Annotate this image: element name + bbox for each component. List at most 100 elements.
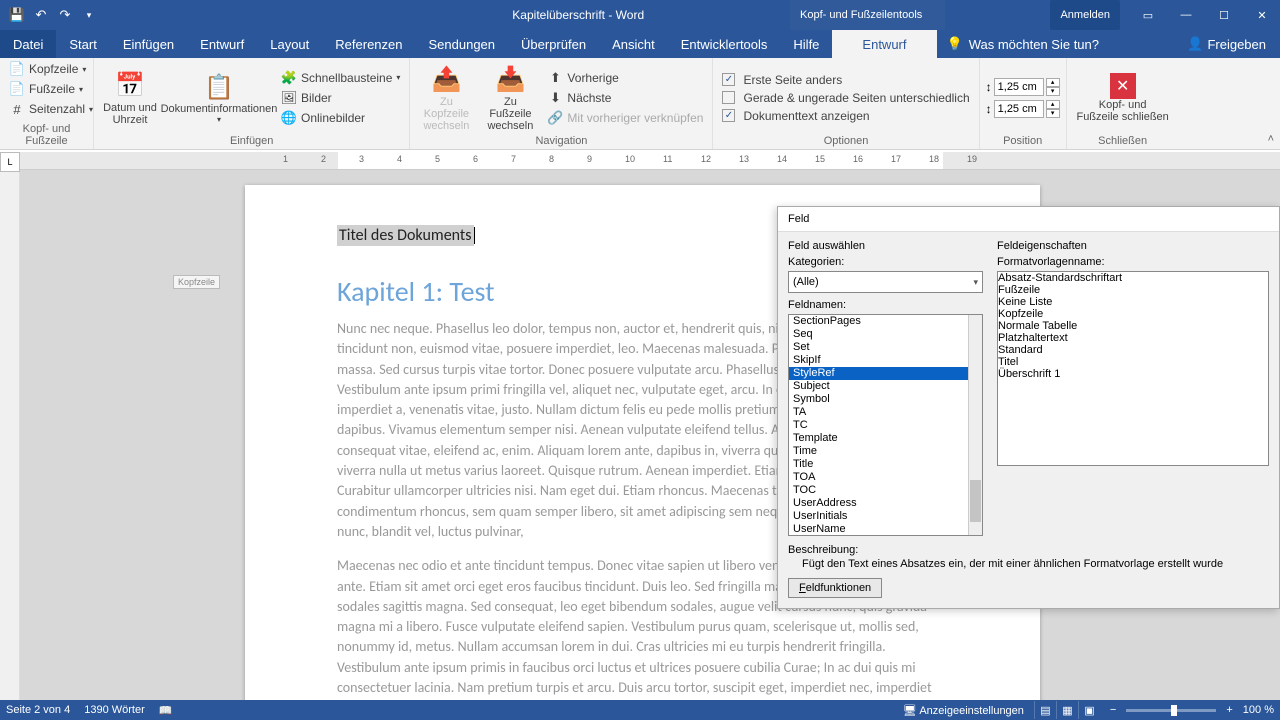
stylename-item[interactable]: Kopfzeile [998,308,1268,320]
header-pos-input[interactable] [994,78,1044,96]
fieldname-item[interactable]: SkipIf [789,354,982,367]
status-wordcount[interactable]: 1390 Wörter [84,704,145,716]
previous-button[interactable]: ⬆Vorherige [544,69,706,87]
fieldname-item[interactable]: Subject [789,380,982,393]
oddeven-checkbox[interactable]: Gerade & ungerade Seiten unterschiedlich [719,90,972,106]
login-button[interactable]: Anmelden [1050,0,1120,30]
zoom-slider[interactable] [1126,709,1216,712]
spin-down-icon[interactable]: ▾ [1046,87,1060,96]
stylename-item[interactable]: Keine Liste [998,296,1268,308]
tab-ansicht[interactable]: Ansicht [599,30,668,58]
fieldname-item[interactable]: StyleRef [789,367,982,380]
tab-ueberpruefen[interactable]: Überprüfen [508,30,599,58]
fieldnames-list[interactable]: SectionPagesSeqSetSkipIfStyleRefSubjectS… [788,314,983,536]
undo-icon[interactable]: ↶ [30,4,52,26]
ruler-horizontal[interactable]: 12345678910111213141516171819 [20,152,1280,170]
view-web-icon[interactable]: ▣ [1078,701,1100,719]
zoom-out-icon[interactable]: − [1110,704,1116,716]
tab-hilfe[interactable]: Hilfe [780,30,832,58]
spin-down-icon[interactable]: ▾ [1046,109,1060,118]
tab-datei[interactable]: Datei [0,30,56,58]
maximize-icon[interactable]: ☐ [1206,0,1242,30]
down-icon: ⬇ [547,90,563,106]
fieldname-item[interactable]: UserInitials [789,510,982,523]
pagenum-button[interactable]: #Seitenzahl ▾ [6,100,96,118]
tab-entwickler[interactable]: Entwicklertools [668,30,781,58]
qat-dropdown-icon[interactable]: ▾ [78,4,100,26]
docinfo-button[interactable]: 📋Dokumentinformationen▾ [164,60,274,135]
stylename-item[interactable]: Normale Tabelle [998,320,1268,332]
fieldname-item[interactable]: Symbol [789,393,982,406]
fieldname-item[interactable]: TOC [789,484,982,497]
header-button[interactable]: 📄Kopfzeile ▾ [6,60,96,78]
fieldname-item[interactable]: TC [789,419,982,432]
spin-up-icon[interactable]: ▴ [1046,100,1060,109]
redo-icon[interactable]: ↷ [54,4,76,26]
tab-sendungen[interactable]: Sendungen [416,30,509,58]
display-settings[interactable]: 🖥 Anzeigeeinstellungen [903,704,1024,717]
stylename-list[interactable]: Absatz-StandardschriftartFußzeileKeine L… [997,271,1269,466]
fieldname-item[interactable]: Seq [789,328,982,341]
link-previous-button[interactable]: 🔗Mit vorheriger verknüpfen [544,109,706,127]
stylename-item[interactable]: Platzhaltertext [998,332,1268,344]
header-position-field[interactable]: ↕▴▾ [986,78,1060,96]
tab-referenzen[interactable]: Referenzen [322,30,415,58]
fieldname-item[interactable]: Template [789,432,982,445]
close-icon[interactable]: ✕ [1244,0,1280,30]
tell-me-search[interactable]: 💡 Was möchten Sie tun? [937,36,1110,52]
share-button[interactable]: 👤 Freigeben [1173,36,1280,52]
pictures-button[interactable]: 🖼Bilder [278,89,403,107]
fieldname-item[interactable]: Set [789,341,982,354]
ribbon-display-icon[interactable]: ▭ [1130,0,1166,30]
fieldname-item[interactable]: UserAddress [789,497,982,510]
goto-footer-button[interactable]: 📥Zu Fußzeile wechseln [480,60,540,135]
header-title-field[interactable]: Titel des Dokuments [337,225,474,246]
fieldname-item[interactable]: Title [789,458,982,471]
stylename-item[interactable]: Standard [998,344,1268,356]
fieldname-item[interactable]: TA [789,406,982,419]
zoom-level[interactable]: 100 % [1243,704,1274,716]
next-button[interactable]: ⬇Nächste [544,89,706,107]
zoom-in-icon[interactable]: + [1226,704,1232,716]
scrollbar-thumb[interactable] [970,480,981,522]
fieldname-item[interactable]: SectionPages [789,315,982,328]
categories-select[interactable]: (Alle)▾ [788,271,983,293]
stylename-item[interactable]: Überschrift 1 [998,368,1268,380]
showdoc-checkbox[interactable]: ✓Dokumenttext anzeigen [719,108,972,124]
fieldname-item[interactable]: UserName [789,523,982,536]
stylename-item[interactable]: Fußzeile [998,284,1268,296]
group-position-label: Position [986,135,1060,149]
tabstop-selector[interactable]: L [0,152,20,172]
stylename-item[interactable]: Absatz-Standardschriftart [998,272,1268,284]
onlinepic-icon: 🌐 [281,110,297,126]
view-read-icon[interactable]: ▤ [1034,701,1056,719]
stylename-item[interactable]: Titel [998,356,1268,368]
minimize-icon[interactable]: — [1168,0,1204,30]
scrollbar[interactable] [968,315,982,535]
tab-entwurf[interactable]: Entwurf [187,30,257,58]
tab-einfuegen[interactable]: Einfügen [110,30,187,58]
zoom-handle[interactable] [1171,705,1177,716]
footer-button[interactable]: 📄Fußzeile ▾ [6,80,96,98]
tab-start[interactable]: Start [56,30,109,58]
quickparts-button[interactable]: 🧩Schnellbausteine ▾ [278,69,403,87]
onlinepics-button[interactable]: 🌐Onlinebilder [278,109,403,127]
collapse-ribbon-icon[interactable]: ˄ [1268,133,1274,145]
view-print-icon[interactable]: ▦ [1056,701,1078,719]
fieldcodes-button[interactable]: FFeldfunktioneneldfunktionen [788,578,882,598]
ruler-tick: 7 [511,154,516,164]
spin-up-icon[interactable]: ▴ [1046,78,1060,87]
save-icon[interactable]: 💾 [6,4,28,26]
firstpage-checkbox[interactable]: ✓Erste Seite anders [719,72,972,88]
datetime-button[interactable]: 📅Datum und Uhrzeit [100,60,160,135]
tab-entwurf-context[interactable]: Entwurf [832,30,936,58]
tab-layout[interactable]: Layout [257,30,322,58]
goto-header-button[interactable]: 📤Zu Kopfzeile wechseln [416,60,476,135]
status-language-icon[interactable]: 📖 [159,704,173,717]
footer-pos-input[interactable] [994,100,1044,118]
status-page[interactable]: Seite 2 von 4 [6,704,70,716]
close-headerfooter-button[interactable]: ✕Kopf- und Fußzeile schließen [1073,60,1173,135]
fieldname-item[interactable]: Time [789,445,982,458]
footer-position-field[interactable]: ↕▴▾ [986,100,1060,118]
fieldname-item[interactable]: TOA [789,471,982,484]
